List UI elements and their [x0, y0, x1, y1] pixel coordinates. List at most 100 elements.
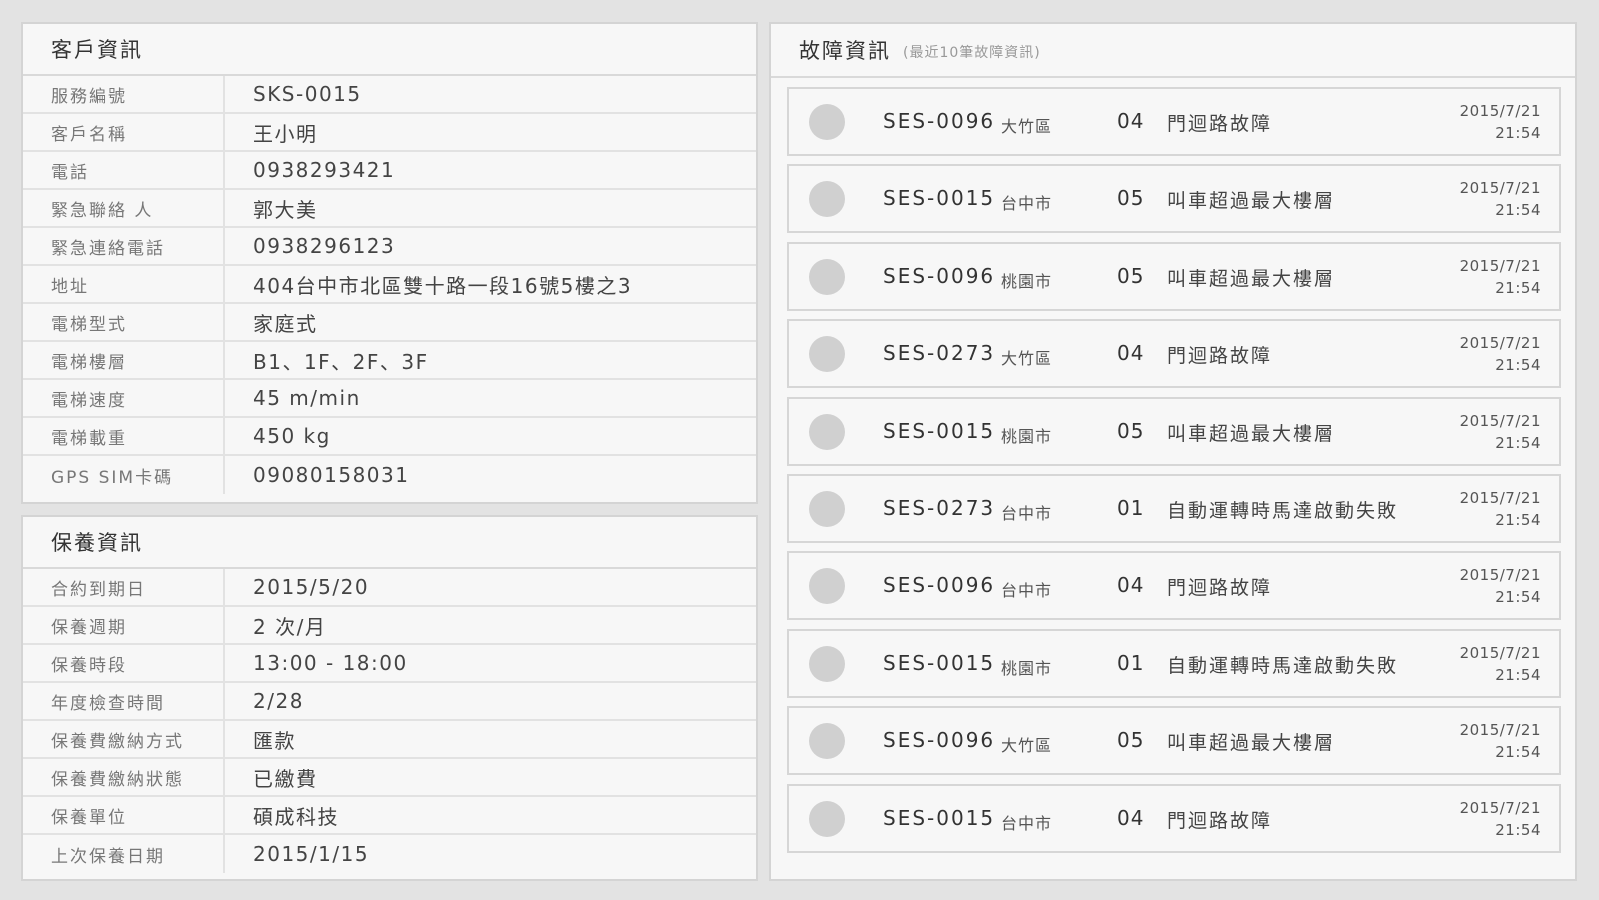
fault-item[interactable]: SES-0096 桃園市 05 叫車超過最大樓層 2015/7/21 21:54 [787, 241, 1561, 311]
fault-area: 大竹區 [1001, 117, 1053, 136]
fault-time: 21:54 [1495, 356, 1541, 375]
info-row: 緊急連絡電話 0938296123 [23, 228, 756, 266]
info-value: 2/28 [253, 689, 304, 713]
info-row: 保養單位 碩成科技 [23, 797, 756, 835]
fault-area: 大竹區 [1001, 349, 1053, 369]
info-label: 保養費繳納狀態 [23, 759, 225, 795]
fault-service-code: SES-0273 [883, 496, 996, 520]
fault-item[interactable]: SES-0015 台中市 04 門迴路故障 2015/7/21 21:54 [787, 783, 1561, 853]
info-row: 保養費繳納狀態 已繳費 [23, 759, 756, 797]
fault-timestamp: 2015/7/21 21:54 [1460, 487, 1541, 531]
fault-date: 2015/7/21 [1459, 798, 1541, 817]
info-value: SKS-0015 [253, 82, 362, 106]
info-value: 已繳費 [253, 766, 318, 791]
info-value: 郭大美 [253, 197, 318, 222]
info-value: 匯款 [253, 728, 296, 753]
info-row: 保養費繳納方式 匯款 [23, 721, 756, 759]
fault-date: 2015/7/21 [1459, 643, 1541, 662]
fault-time: 21:54 [1495, 820, 1541, 839]
status-dot-icon [809, 491, 845, 527]
fault-info-header: 故障資訊 (最近10筆故障資訊) [771, 24, 1575, 78]
fault-description: 門迴路故障 [1167, 113, 1273, 135]
customer-info-title: 客戶資訊 [23, 24, 756, 76]
fault-code-number: 05 [1117, 263, 1145, 288]
status-dot-icon [809, 568, 845, 605]
fault-service-code: SES-0096 [883, 573, 996, 598]
info-row: 客戶名稱 王小明 [23, 114, 756, 152]
info-label: 保養單位 [23, 797, 225, 833]
info-row: 電梯型式 家庭式 [23, 304, 756, 342]
info-row: 電梯載重 450 kg [23, 418, 756, 456]
fault-area: 台中市 [1001, 504, 1053, 523]
fault-date: 2015/7/21 [1459, 489, 1541, 507]
fault-description: 叫車超過最大樓層 [1167, 267, 1336, 290]
fault-code-number: 01 [1117, 496, 1145, 520]
fault-area: 台中市 [1001, 581, 1053, 601]
fault-time: 21:54 [1495, 511, 1541, 529]
fault-description: 自動運轉時馬達啟動失敗 [1167, 500, 1399, 522]
fault-description: 門迴路故障 [1167, 345, 1273, 368]
maintenance-info-title: 保養資訊 [23, 517, 756, 569]
info-label: 地址 [23, 266, 225, 302]
fault-time: 21:54 [1495, 124, 1541, 142]
info-value: 45 m/min [253, 386, 361, 410]
fault-item[interactable]: SES-0096 大竹區 04 門迴路故障 2015/7/21 21:54 [787, 87, 1561, 156]
info-row: 上次保養日期 2015/1/15 [23, 835, 756, 873]
fault-item[interactable]: SES-0015 台中市 05 叫車超過最大樓層 2015/7/21 21:54 [787, 164, 1561, 234]
info-label: 上次保養日期 [23, 835, 225, 873]
fault-code-number: 04 [1117, 341, 1145, 366]
fault-time: 21:54 [1495, 278, 1541, 297]
info-label: 緊急連絡電話 [23, 228, 225, 264]
fault-item[interactable]: SES-0096 大竹區 05 叫車超過最大樓層 2015/7/21 21:54 [787, 706, 1561, 776]
info-label: 電梯載重 [23, 418, 225, 454]
fault-timestamp: 2015/7/21 21:54 [1460, 719, 1541, 763]
fault-item[interactable]: SES-0096 台中市 04 門迴路故障 2015/7/21 21:54 [787, 551, 1561, 621]
fault-date: 2015/7/21 [1459, 102, 1541, 120]
info-value: 2015/1/15 [253, 842, 370, 866]
status-dot-icon [809, 104, 845, 140]
info-value: 2 次/月 [253, 614, 327, 639]
info-row: 保養週期 2 次/月 [23, 607, 756, 645]
fault-item[interactable]: SES-0273 台中市 01 自動運轉時馬達啟動失敗 2015/7/21 21:54 [787, 474, 1561, 543]
fault-area: 台中市 [1001, 194, 1053, 214]
fault-time: 21:54 [1495, 201, 1541, 220]
fault-service-code: SES-0015 [883, 805, 996, 830]
fault-time: 21:54 [1495, 665, 1541, 684]
fault-item[interactable]: SES-0015 桃園市 05 叫車超過最大樓層 2015/7/21 21:54 [787, 396, 1561, 466]
info-label: GPS SIM卡碼 [23, 456, 225, 494]
fault-item[interactable]: SES-0273 大竹區 04 門迴路故障 2015/7/21 21:54 [787, 319, 1561, 389]
fault-item[interactable]: SES-0015 桃園市 01 自動運轉時馬達啟動失敗 2015/7/21 21:54 [787, 628, 1561, 698]
fault-service-code: SES-0096 [883, 263, 996, 288]
fault-time: 21:54 [1495, 588, 1541, 607]
fault-time: 21:54 [1495, 433, 1541, 452]
fault-area: 桃園市 [1001, 271, 1053, 291]
fault-code-number: 04 [1117, 573, 1145, 598]
info-label: 電梯樓層 [23, 342, 225, 378]
fault-description: 自動運轉時馬達啟動失敗 [1167, 654, 1399, 677]
fault-description: 門迴路故障 [1167, 809, 1273, 832]
info-value: 碩成科技 [253, 804, 339, 829]
fault-timestamp: 2015/7/21 21:54 [1460, 564, 1541, 608]
fault-date: 2015/7/21 [1459, 256, 1541, 275]
info-label: 電梯型式 [23, 304, 225, 340]
info-value: 家庭式 [253, 311, 318, 336]
fault-description: 叫車超過最大樓層 [1167, 732, 1336, 755]
fault-timestamp: 2015/7/21 21:54 [1460, 255, 1541, 299]
info-row: 電梯速度 45 m/min [23, 380, 756, 418]
info-row: 保養時段 13:00 - 18:00 [23, 645, 756, 683]
info-value: 2015/5/20 [253, 575, 370, 599]
status-dot-icon [809, 645, 845, 682]
status-dot-icon [809, 800, 845, 837]
info-label: 客戶名稱 [23, 114, 225, 150]
fault-service-code: SES-0273 [883, 341, 996, 366]
info-label: 保養費繳納方式 [23, 721, 225, 757]
fault-date: 2015/7/21 [1459, 334, 1541, 353]
fault-area: 桃園市 [1001, 658, 1053, 678]
fault-description: 叫車超過最大樓層 [1167, 190, 1336, 213]
fault-service-code: SES-0096 [883, 109, 996, 133]
info-row: 服務編號 SKS-0015 [23, 76, 756, 114]
info-label: 年度檢查時間 [23, 683, 225, 719]
fault-timestamp: 2015/7/21 21:54 [1460, 332, 1541, 376]
info-value: 王小明 [253, 121, 318, 146]
fault-code-number: 05 [1117, 728, 1145, 753]
